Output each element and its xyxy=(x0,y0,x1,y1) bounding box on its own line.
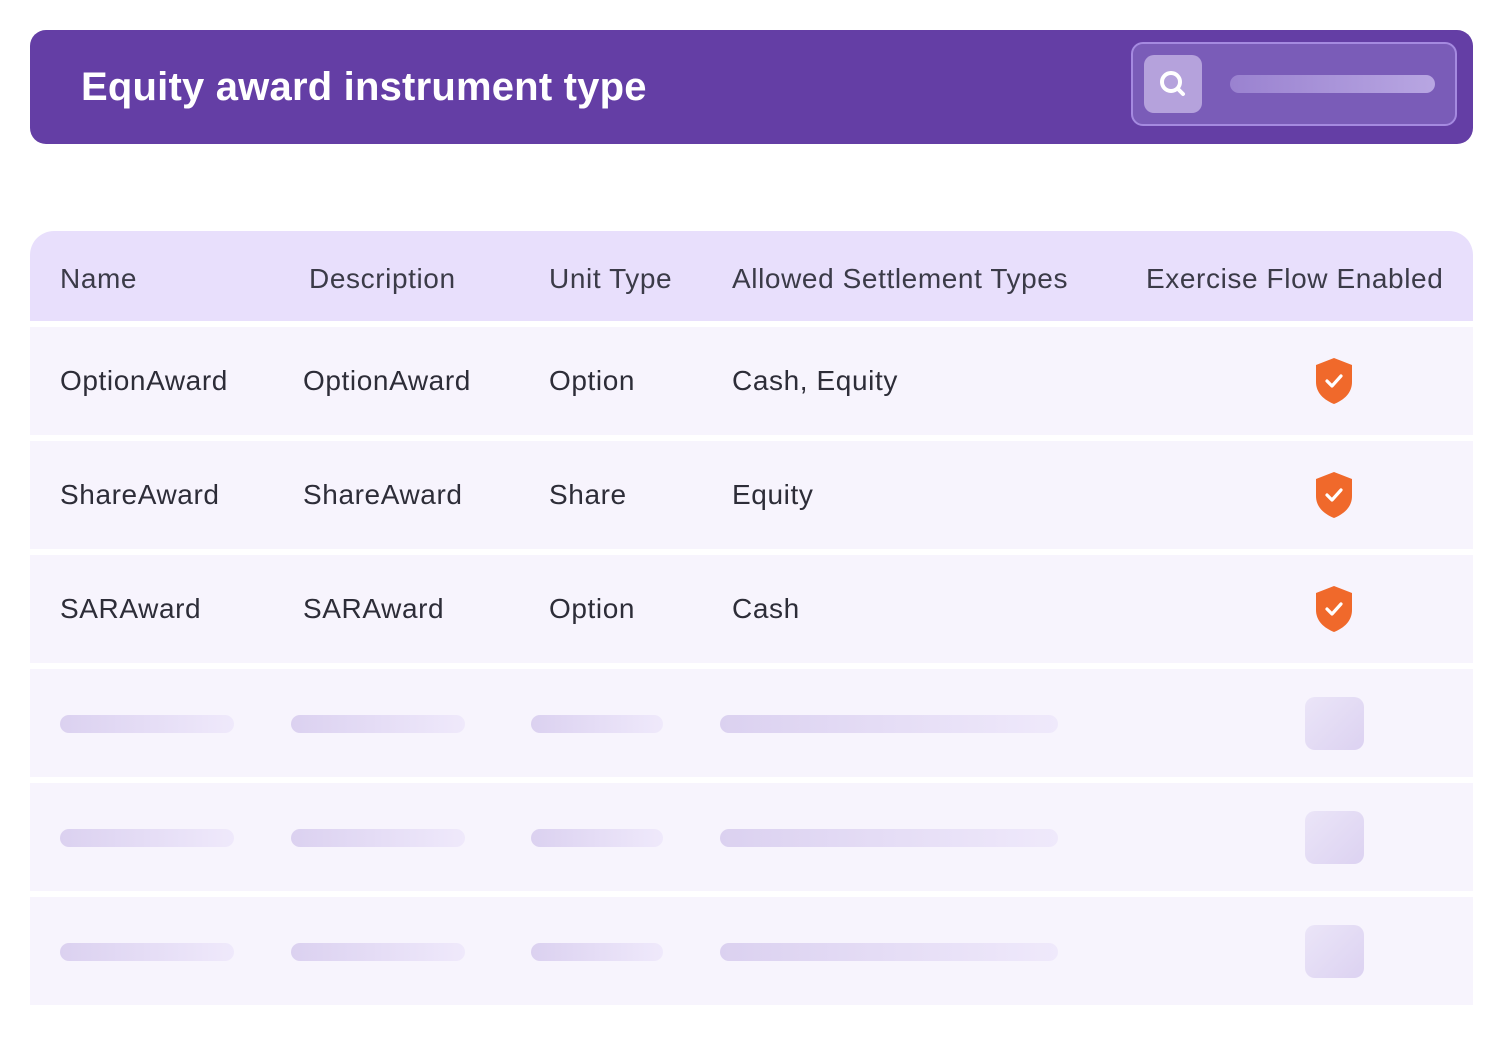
column-header-exercise-flow[interactable]: Exercise Flow Enabled xyxy=(1146,262,1443,296)
skeleton-description xyxy=(291,943,465,961)
search-field[interactable] xyxy=(1131,42,1457,126)
cell-name: ShareAward xyxy=(60,479,220,510)
table-row[interactable]: SARAward SARAward Option Cash xyxy=(30,555,1473,663)
header-bar: Equity award instrument type xyxy=(30,30,1473,144)
cell-settlement-types: Cash, Equity xyxy=(732,365,898,396)
placeholder-row xyxy=(30,897,1473,1005)
skeleton-unit-type xyxy=(531,829,663,847)
skeleton-unit-type xyxy=(531,715,663,733)
shield-check-icon xyxy=(1316,358,1352,404)
cell-description: SARAward xyxy=(303,593,445,624)
skeleton-name xyxy=(60,829,234,847)
skeleton-settlement-types xyxy=(720,943,1058,961)
column-header-name[interactable]: Name xyxy=(60,262,137,296)
column-header-description[interactable]: Description xyxy=(309,262,456,296)
table-row[interactable]: ShareAward ShareAward Share Equity xyxy=(30,441,1473,549)
column-header-settlement-types[interactable]: Allowed Settlement Types xyxy=(732,262,1068,296)
cell-unit-type: Option xyxy=(549,365,636,396)
page: Equity award instrument type Name Descri… xyxy=(0,0,1503,1059)
table-header: Name Description Unit Type Allowed Settl… xyxy=(30,231,1473,321)
skeleton-badge xyxy=(1305,697,1364,750)
shield-check-icon xyxy=(1316,472,1352,518)
cell-settlement-types: Equity xyxy=(732,479,814,510)
cell-settlement-types: Cash xyxy=(732,593,800,624)
cell-name: SARAward xyxy=(60,593,202,624)
skeleton-description xyxy=(291,829,465,847)
instrument-type-table: Name Description Unit Type Allowed Settl… xyxy=(30,231,1473,1005)
cell-description: OptionAward xyxy=(303,365,471,396)
skeleton-unit-type xyxy=(531,943,663,961)
placeholder-row xyxy=(30,783,1473,891)
cell-name: OptionAward xyxy=(60,365,228,396)
placeholder-row xyxy=(30,669,1473,777)
search-input-placeholder[interactable] xyxy=(1230,75,1435,93)
skeleton-description xyxy=(291,715,465,733)
cell-description: ShareAward xyxy=(303,479,463,510)
skeleton-settlement-types xyxy=(720,715,1058,733)
skeleton-settlement-types xyxy=(720,829,1058,847)
skeleton-name xyxy=(60,943,234,961)
search-icon xyxy=(1160,71,1185,96)
skeleton-badge xyxy=(1305,811,1364,864)
table-row[interactable]: OptionAward OptionAward Option Cash, Equ… xyxy=(30,327,1473,435)
cell-unit-type: Share xyxy=(549,479,627,510)
skeleton-badge xyxy=(1305,925,1364,978)
shield-check-icon xyxy=(1316,586,1352,632)
skeleton-name xyxy=(60,715,234,733)
page-title: Equity award instrument type xyxy=(81,65,647,109)
cell-unit-type: Option xyxy=(549,593,636,624)
column-header-unit-type[interactable]: Unit Type xyxy=(549,262,672,296)
search-button[interactable] xyxy=(1144,55,1202,113)
